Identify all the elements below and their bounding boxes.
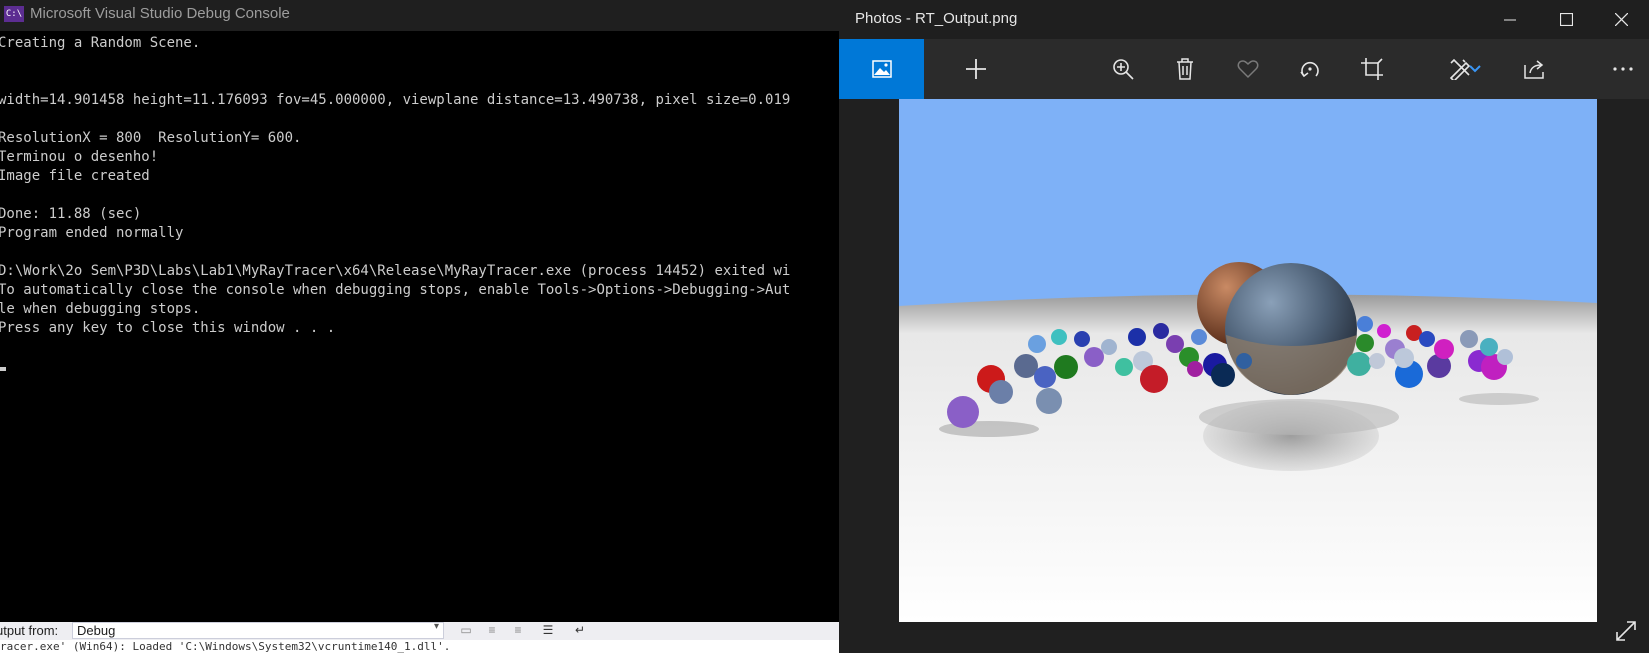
- console-title: Microsoft Visual Studio Debug Console: [30, 5, 290, 22]
- ray-traced-scene: [899, 99, 1597, 622]
- share-button[interactable]: [1509, 39, 1561, 99]
- go-to-next-icon[interactable]: ≡: [484, 624, 500, 637]
- minimize-icon: [1504, 19, 1516, 20]
- output-source-select[interactable]: Debug ▾: [72, 621, 444, 639]
- delete-icon: [1177, 58, 1193, 80]
- chevron-down-icon: [1469, 65, 1481, 73]
- fullscreen-button[interactable]: [1614, 619, 1644, 649]
- console-line: Creating a Random Scene.: [0, 35, 201, 51]
- zoom-button[interactable]: [1097, 39, 1149, 99]
- console-line: Image file created: [0, 168, 150, 184]
- console-output[interactable]: Creating a Random Scene. width=14.901458…: [0, 33, 840, 628]
- console-line: Press any key to close this window . . .: [0, 320, 336, 336]
- find-icon[interactable]: ≡: [510, 624, 526, 637]
- console-app-icon: C:\: [4, 6, 24, 22]
- rendered-image: [899, 99, 1597, 622]
- console-line: Done: 11.88 (sec): [0, 206, 142, 222]
- delete-button[interactable]: [1159, 39, 1211, 99]
- view-photo-button[interactable]: [839, 39, 924, 99]
- edit-dropdown[interactable]: [1465, 39, 1485, 99]
- console-line: width=14.901458 height=11.176093 fov=45.…: [0, 92, 791, 108]
- close-button[interactable]: [1593, 0, 1649, 39]
- console-line: D:\Work\2o Sem\P3D\Labs\Lab1\MyRayTracer…: [0, 263, 791, 279]
- console-line: le when debugging stops.: [0, 301, 201, 317]
- photos-title: Photos - RT_Output.png: [855, 10, 1018, 27]
- console-line: To automatically close the console when …: [0, 282, 791, 298]
- photos-titlebar[interactable]: Photos - RT_Output.png: [839, 0, 1649, 39]
- add-button[interactable]: [950, 39, 1002, 99]
- more-icon: [1613, 67, 1633, 71]
- photos-window: Photos - RT_Output.png: [839, 0, 1649, 653]
- maximize-icon: [1559, 13, 1573, 26]
- console-line: Program ended normally: [0, 225, 184, 241]
- favorite-button[interactable]: [1222, 39, 1274, 99]
- expand-icon: [1616, 621, 1636, 641]
- close-icon: [1614, 13, 1628, 26]
- zoom-icon: [1113, 59, 1134, 80]
- dropdown-arrow-icon: ▾: [433, 621, 439, 632]
- output-source-value: Debug: [77, 623, 116, 638]
- word-wrap-icon[interactable]: ↵: [572, 624, 588, 637]
- output-pane-toolbar: utput from: Debug ▾ ▭ ≡ ≡ ☰ ↵: [0, 621, 840, 640]
- crop-button[interactable]: [1346, 39, 1398, 99]
- picture-icon: [871, 60, 892, 78]
- console-titlebar[interactable]: C:\ Microsoft Visual Studio Debug Consol…: [0, 0, 840, 31]
- more-button[interactable]: [1597, 39, 1649, 99]
- share-icon: [1524, 60, 1544, 79]
- console-line: ResolutionX = 800 ResolutionY= 600.: [0, 130, 302, 146]
- favorite-icon: [1237, 60, 1259, 79]
- clear-all-icon[interactable]: ☰: [540, 624, 556, 637]
- debug-console-window: C:\ Microsoft Visual Studio Debug Consol…: [0, 0, 840, 653]
- output-pane-text: racer.exe' (Win64): Loaded 'C:\Windows\S…: [0, 640, 840, 653]
- add-icon: [966, 59, 986, 79]
- photo-viewer[interactable]: [839, 99, 1649, 653]
- photos-toolbar: [839, 39, 1649, 99]
- rotate-icon: [1300, 61, 1319, 78]
- go-to-previous-icon[interactable]: ▭: [458, 624, 474, 637]
- crop-icon: [1361, 58, 1383, 80]
- console-line: Terminou o desenho!: [0, 149, 159, 165]
- output-from-label: utput from:: [0, 623, 59, 638]
- rotate-button[interactable]: [1284, 39, 1336, 99]
- text-cursor: [0, 367, 6, 371]
- maximize-button[interactable]: [1538, 0, 1594, 39]
- minimize-button[interactable]: [1482, 0, 1538, 39]
